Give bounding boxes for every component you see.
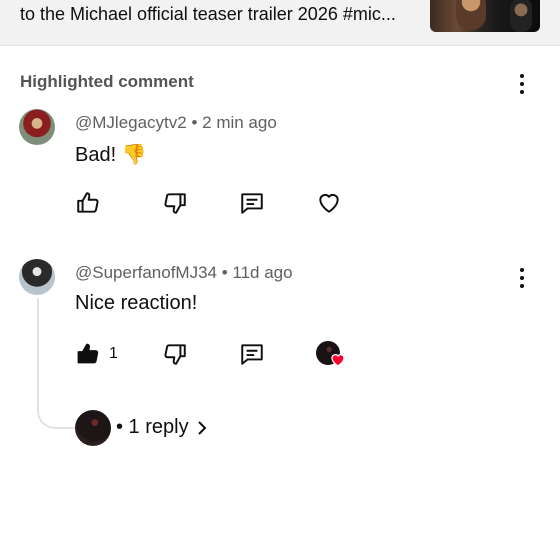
like-button[interactable] bbox=[75, 190, 101, 216]
view-replies-button[interactable]: • 1 reply bbox=[116, 416, 209, 439]
thread-connector bbox=[37, 298, 77, 429]
dislike-button[interactable] bbox=[162, 341, 188, 367]
thumbs-up-icon bbox=[77, 343, 99, 364]
avatar[interactable] bbox=[19, 109, 55, 145]
creator-heart-badge[interactable] bbox=[316, 341, 348, 369]
heart-icon bbox=[331, 354, 345, 367]
like-count: 1 bbox=[109, 345, 118, 362]
reply-button[interactable] bbox=[239, 341, 265, 367]
reply-button[interactable] bbox=[239, 190, 265, 216]
thumbnail-figure bbox=[456, 0, 486, 30]
thumbnail-figure-2 bbox=[510, 0, 532, 32]
comment-author-meta[interactable]: @MJlegacytv2 • 2 min ago bbox=[75, 113, 277, 133]
comment-icon bbox=[241, 344, 263, 365]
comment-author-meta[interactable]: @SuperfanofMJ34 • 11d ago bbox=[75, 263, 293, 283]
comment-icon bbox=[241, 193, 263, 214]
heart-icon bbox=[319, 193, 339, 213]
thumbs-up-icon bbox=[77, 192, 99, 213]
replies-label: • 1 reply bbox=[116, 416, 189, 438]
like-button[interactable]: 1 bbox=[75, 341, 118, 367]
chevron-right-icon bbox=[197, 420, 207, 435]
reply-avatar[interactable] bbox=[75, 410, 111, 446]
heart-button[interactable] bbox=[315, 190, 343, 216]
highlighted-comment-header: Highlighted comment bbox=[20, 72, 194, 91]
thumbs-down-icon bbox=[164, 193, 186, 214]
thumbs-down-icon bbox=[164, 344, 186, 365]
video-title[interactable]: to the Michael official teaser trailer 2… bbox=[20, 4, 396, 25]
video-thumbnail[interactable] bbox=[430, 0, 540, 32]
more-vert-icon[interactable] bbox=[512, 266, 532, 290]
more-vert-icon[interactable] bbox=[512, 72, 532, 96]
avatar[interactable] bbox=[19, 259, 55, 295]
video-header[interactable]: to the Michael official teaser trailer 2… bbox=[0, 0, 560, 46]
comment-text: Bad! 👎 bbox=[75, 144, 147, 166]
dislike-button[interactable] bbox=[162, 190, 188, 216]
comment-text: Nice reaction! bbox=[75, 292, 198, 314]
